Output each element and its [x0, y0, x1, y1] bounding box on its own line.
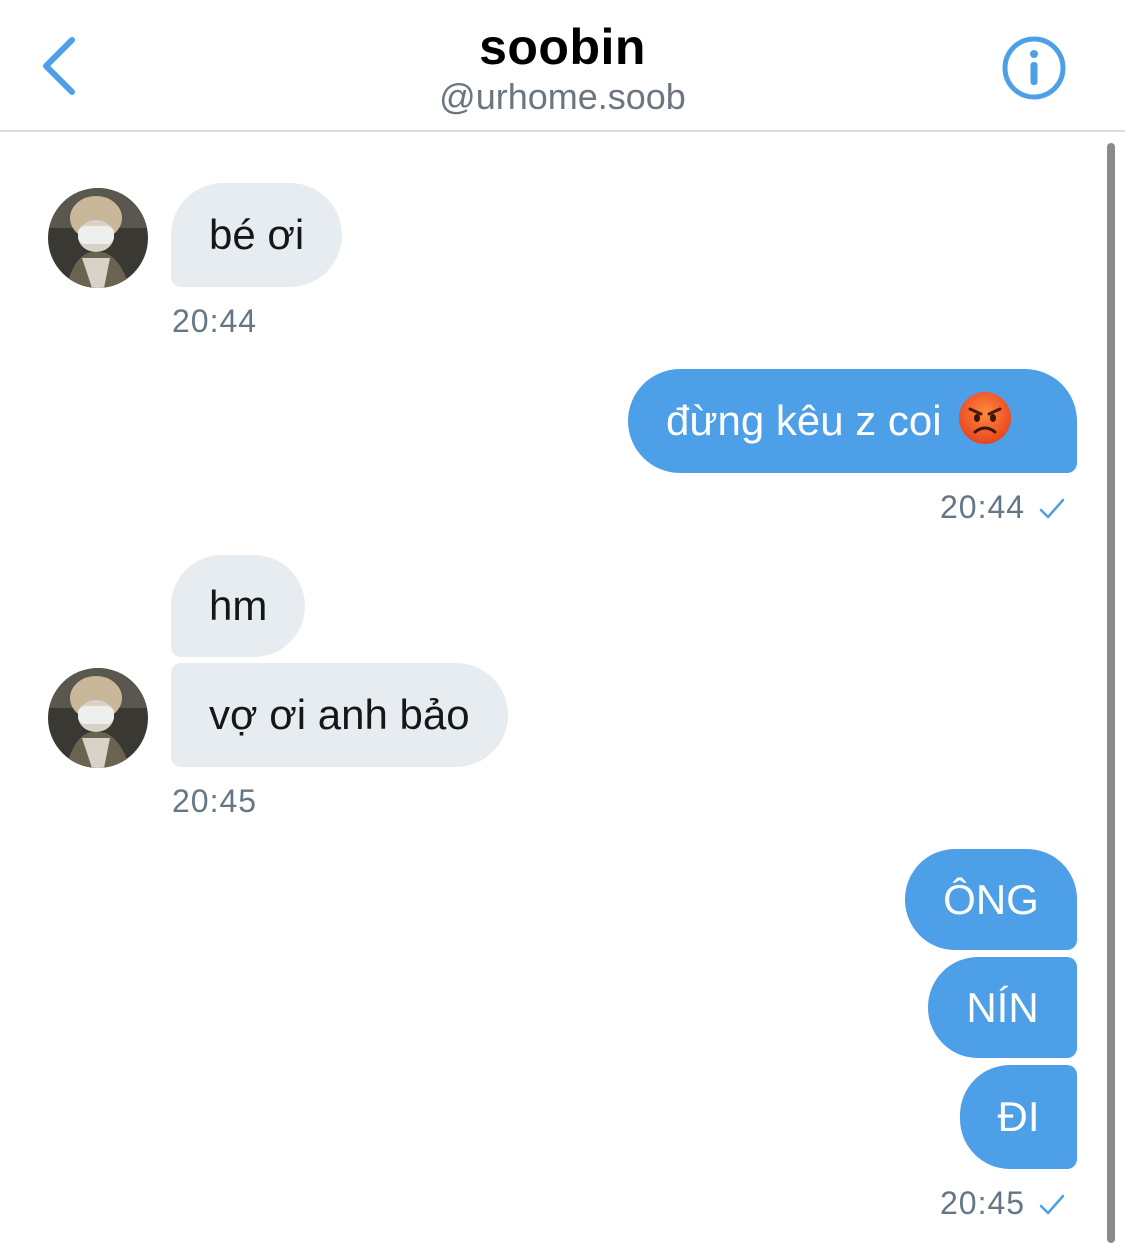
message-bubble-incoming[interactable]: vợ ơi anh bảo: [171, 663, 508, 767]
message-text: hm: [209, 582, 268, 629]
message-bubble-outgoing[interactable]: đừng kêu z coi: [628, 369, 1077, 473]
message-timestamp: 20:44: [172, 303, 258, 339]
timestamp-text: 20:44: [940, 489, 1026, 525]
avatar[interactable]: [48, 668, 148, 768]
message-text: NÍN: [966, 983, 1039, 1031]
page-title[interactable]: soobin: [0, 18, 1125, 76]
message-bubble-incoming[interactable]: bé ơi: [171, 183, 343, 287]
user-handle[interactable]: @urhome.soob: [0, 76, 1125, 118]
avatar[interactable]: [48, 188, 148, 288]
message-text: ÔNG: [943, 875, 1039, 923]
message-text: bé ơi: [209, 211, 305, 258]
message-bubble-incoming[interactable]: hm: [171, 555, 306, 657]
message-text: đừng kêu z coi: [666, 397, 942, 444]
avatar-image: [48, 188, 148, 288]
timestamp-text: 20:45: [940, 1185, 1026, 1221]
avatar-image: [48, 668, 148, 768]
info-circle-icon: [1002, 36, 1066, 100]
scrollbar[interactable]: [1107, 143, 1115, 1243]
message-bubble-outgoing[interactable]: ĐI: [960, 1065, 1077, 1169]
info-button[interactable]: [1001, 35, 1067, 101]
message-timestamp: 20:44: [940, 489, 1065, 528]
message-timestamp: 20:45: [172, 783, 258, 819]
angry-face-emoji: [958, 391, 1012, 452]
message-text: vợ ơi anh bảo: [209, 691, 470, 738]
checkmark-icon: [1039, 491, 1065, 528]
conversation-header: soobin @urhome.soob: [0, 0, 1125, 132]
message-bubble-outgoing[interactable]: NÍN: [928, 957, 1077, 1058]
message-timestamp: 20:45: [940, 1185, 1065, 1224]
message-bubble-outgoing[interactable]: ÔNG: [905, 849, 1077, 950]
checkmark-icon: [1039, 1187, 1065, 1224]
message-text: ĐI: [997, 1093, 1040, 1140]
